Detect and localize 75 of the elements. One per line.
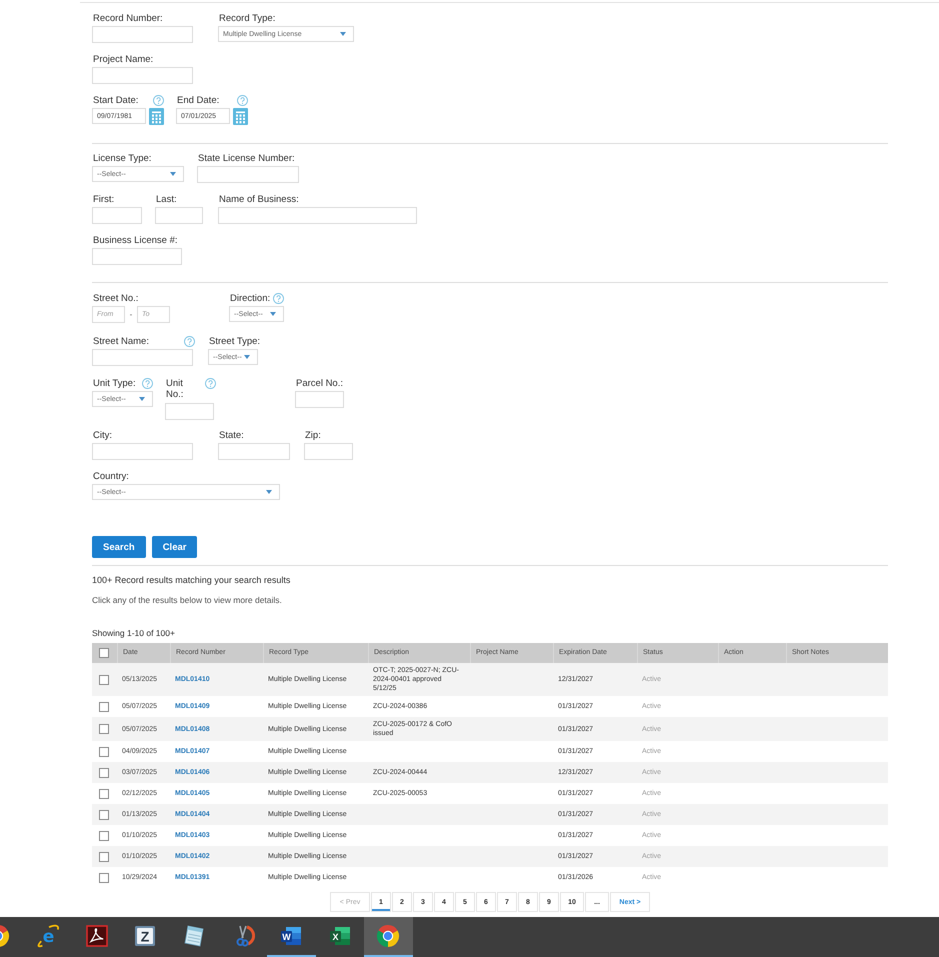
state-label: State:: [218, 430, 244, 441]
round-logo-icon: [376, 924, 400, 948]
round-logo-icon: [0, 924, 10, 948]
results-hint: Click any of the results below to view more details.: [92, 595, 283, 606]
unit-number-label: Unit No.:: [165, 378, 184, 400]
row-checkbox[interactable]: [99, 746, 109, 756]
calendar-icon[interactable]: [149, 108, 164, 125]
first-name-field[interactable]: [92, 207, 142, 224]
business-license-label: Business License #:: [92, 235, 178, 246]
taskbar-button[interactable]: Z: [121, 917, 170, 957]
help-icon[interactable]: [237, 95, 248, 106]
unit-type-label: Unit Type:: [92, 378, 136, 389]
state-field[interactable]: [218, 443, 290, 460]
state-license-number-label: State License Number:: [197, 153, 295, 164]
row-checkbox[interactable]: [99, 852, 109, 862]
parcel-number-label: Parcel No.:: [295, 378, 343, 389]
business-name-label: Name of Business:: [218, 194, 299, 205]
project-name-field[interactable]: [92, 67, 193, 84]
country-label: Country:: [92, 471, 129, 482]
taskbar-button[interactable]: [364, 917, 413, 957]
select-all-checkbox[interactable]: [99, 648, 109, 658]
row-checkbox[interactable]: [99, 872, 109, 882]
license-type-label: License Type:: [92, 153, 152, 164]
help-icon[interactable]: [184, 336, 195, 347]
row-checkbox[interactable]: [99, 810, 109, 820]
swirl-tile-icon: [84, 924, 109, 948]
unit-number-field[interactable]: [165, 403, 214, 420]
row-checkbox[interactable]: [99, 768, 109, 778]
clear-button[interactable]: Clear: [152, 536, 198, 558]
caret-icon: [244, 355, 250, 359]
caret-icon: [340, 32, 346, 36]
city-label: City:: [92, 430, 112, 441]
row-checkbox[interactable]: [99, 702, 109, 712]
state-license-number-field[interactable]: [197, 166, 299, 183]
taskbar-button[interactable]: W: [266, 917, 316, 957]
calendar-icon[interactable]: [233, 108, 248, 125]
range-separator: -: [128, 310, 134, 319]
help-icon[interactable]: [153, 95, 164, 106]
end-date-label: End Date:: [176, 95, 220, 106]
project-name-label: Project Name:: [92, 54, 154, 65]
business-name-field[interactable]: [218, 207, 417, 224]
parcel-number-field[interactable]: [295, 391, 344, 408]
caret-icon: [270, 312, 276, 316]
street-type-label: Street Type:: [208, 336, 260, 347]
street-name-field[interactable]: [92, 349, 193, 366]
business-license-field[interactable]: [92, 248, 182, 265]
record-number-field[interactable]: [92, 26, 193, 43]
taskbar-button[interactable]: X: [316, 917, 364, 957]
help-icon[interactable]: [205, 378, 216, 389]
street-name-label: Street Name:: [92, 336, 149, 347]
street-number-label: Street No.:: [92, 293, 138, 304]
help-icon[interactable]: [142, 378, 153, 389]
results-count: Showing 1-10 of 100+: [92, 628, 176, 639]
caret-icon: [266, 490, 272, 494]
first-name-label: First:: [92, 194, 114, 205]
last-name-label: Last:: [155, 194, 177, 205]
zip-field[interactable]: [304, 443, 353, 460]
row-checkbox[interactable]: [99, 674, 109, 684]
letter-tile-icon: Z: [133, 924, 158, 948]
help-icon[interactable]: [273, 293, 284, 304]
notepad-icon: [182, 924, 206, 948]
direction-label: Direction:: [229, 293, 270, 304]
search-button[interactable]: Search: [92, 536, 146, 558]
last-name-field[interactable]: [155, 207, 203, 224]
row-checkbox[interactable]: [99, 788, 109, 798]
row-checkbox[interactable]: [99, 724, 109, 734]
results-summary: 100+ Record results matching your search results: [92, 575, 292, 586]
record-type-label: Record Type:: [218, 13, 276, 24]
caret-icon: [170, 172, 176, 176]
record-number-label: Record Number:: [92, 13, 163, 24]
start-date-label: Start Date:: [92, 95, 138, 106]
row-checkbox[interactable]: [99, 830, 109, 840]
city-field[interactable]: [92, 443, 193, 460]
caret-icon: [139, 397, 145, 401]
zip-label: Zip:: [304, 430, 321, 441]
